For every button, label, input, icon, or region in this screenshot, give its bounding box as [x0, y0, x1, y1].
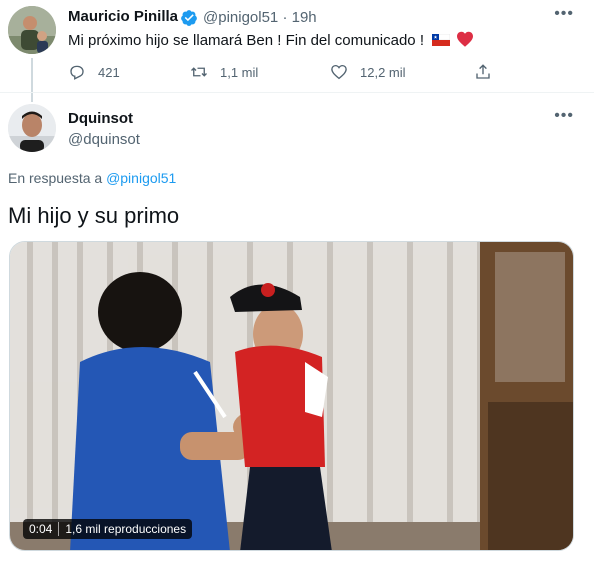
parent-tweet[interactable]: Mauricio Pinilla @pinigol51 · 19h ••• Mi… [0, 0, 594, 102]
video-player[interactable]: 0:04 1,6 mil reproducciones [9, 241, 574, 551]
red-heart-icon [457, 31, 474, 47]
retweet-count: 1,1 mil [220, 64, 259, 80]
like-button[interactable]: 12,2 mil [330, 60, 406, 84]
reply-count: 421 [98, 64, 120, 80]
display-name[interactable]: Mauricio Pinilla [68, 8, 178, 25]
avatar-mauricio-pinilla[interactable] [8, 6, 56, 54]
like-count: 12,2 mil [360, 64, 406, 80]
dot-separator: · [282, 9, 288, 26]
share-icon [476, 64, 490, 79]
video-view-count: 1,6 mil reproducciones [65, 522, 187, 536]
thread-line [31, 58, 33, 102]
video-frame [10, 242, 573, 550]
more-options-icon[interactable]: ••• [554, 5, 574, 23]
reply-prefix: En respuesta a [8, 170, 103, 186]
avatar-dquinsot[interactable] [8, 104, 56, 152]
reply-mention-link[interactable]: @pinigol51 [106, 170, 176, 186]
verified-badge-icon [181, 10, 197, 26]
retweet-icon [191, 67, 207, 77]
video-info-overlay: 0:04 1,6 mil reproducciones [23, 519, 193, 539]
tweet-time[interactable]: 19h [292, 9, 317, 26]
user-handle[interactable]: @dquinsot [68, 131, 140, 148]
reply-icon [70, 65, 84, 80]
tweet-text-body: Mi próximo hijo se llamará Ben ! Fin del… [68, 32, 424, 49]
display-name[interactable]: Dquinsot [68, 110, 133, 127]
reply-button[interactable]: 421 [68, 60, 120, 84]
more-options-icon[interactable]: ••• [554, 107, 574, 125]
tweet-actions: 421 1,1 mil 12,2 mil [68, 60, 508, 84]
divider [0, 92, 594, 93]
tweet-text: Mi próximo hijo se llamará Ben ! Fin del… [68, 31, 474, 49]
video-duration: 0:04 [29, 522, 53, 536]
user-handle[interactable]: @pinigol51 [203, 9, 278, 26]
tweet-text: Mi hijo y su primo [8, 203, 180, 228]
handle-and-time: @pinigol51 · 19h [203, 9, 317, 26]
reply-context: En respuesta a @pinigol51 [8, 170, 176, 186]
chile-flag-icon [431, 33, 451, 46]
like-heart-icon [331, 64, 347, 80]
retweet-button[interactable]: 1,1 mil [190, 60, 258, 84]
share-button[interactable] [474, 60, 504, 84]
